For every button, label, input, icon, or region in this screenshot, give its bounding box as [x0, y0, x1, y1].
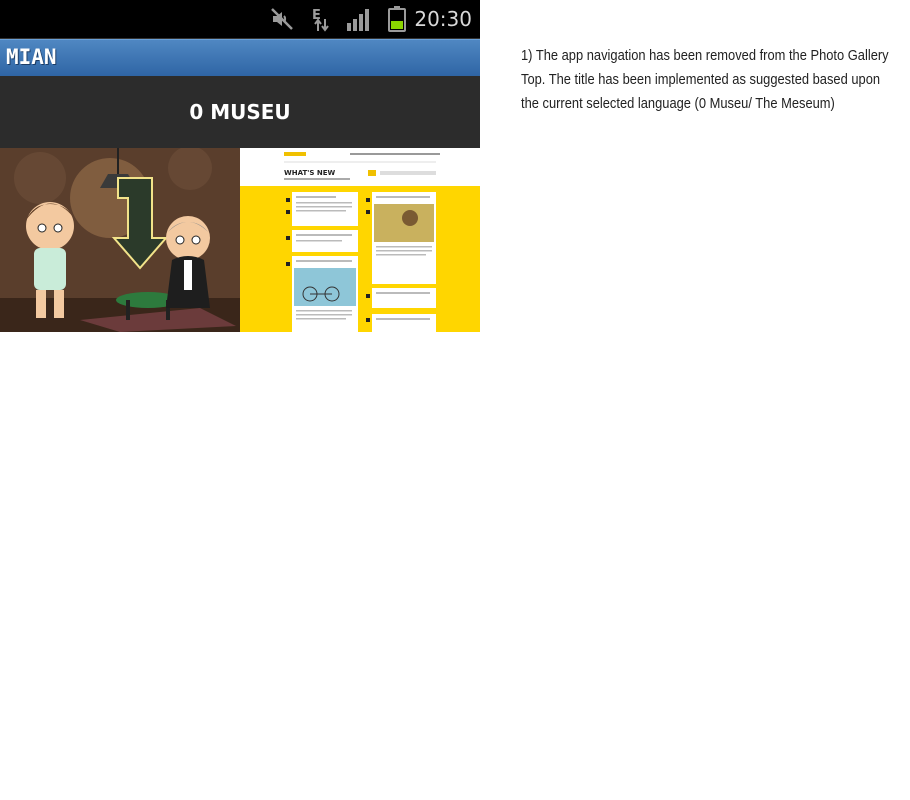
gallery-title-bar: 0 MUSEU: [0, 76, 480, 148]
website-screenshot-image: WHAT'S NEW: [240, 148, 480, 332]
website-heading: WHAT'S NEW: [284, 169, 335, 177]
gallery-title: 0 MUSEU: [189, 100, 291, 124]
phone-screen: E 20:30 MIAN 0 MUSEU WHAT'S NEW: [0, 0, 480, 332]
mute-icon: [270, 7, 294, 35]
signal-icon: [346, 9, 372, 35]
data-arrows-icon: [314, 18, 329, 32]
status-bar: E 20:30: [0, 0, 480, 39]
annotation-note: 1) The app navigation has been removed f…: [521, 47, 889, 112]
app-bar: MIAN: [0, 39, 480, 77]
app-title: MIAN: [6, 45, 57, 69]
gallery-item-cartoon[interactable]: [0, 148, 240, 332]
clock: 20:30: [414, 7, 472, 31]
data-network-icon: E: [312, 4, 329, 32]
gallery-item-website[interactable]: WHAT'S NEW: [240, 148, 480, 332]
battery-icon: [388, 6, 406, 36]
cartoon-poker-image: [0, 148, 240, 332]
